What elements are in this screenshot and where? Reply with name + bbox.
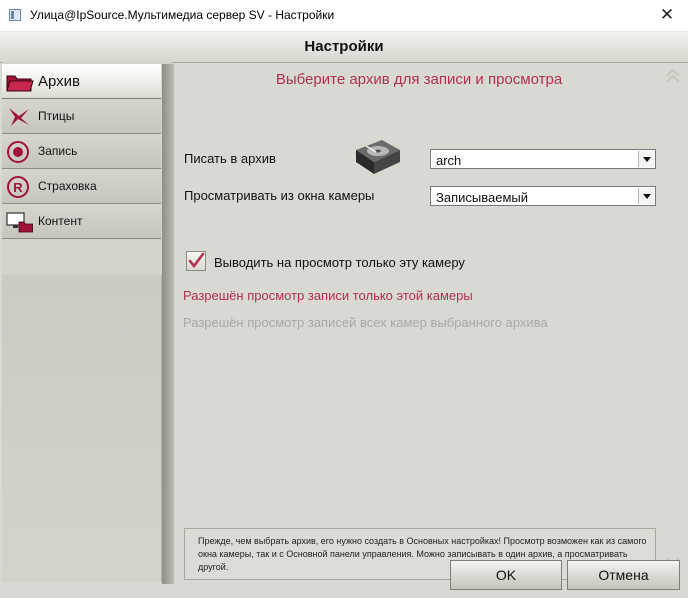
sidebar-divider	[162, 64, 174, 584]
sidebar-item-archive[interactable]: Архив	[2, 64, 161, 99]
scroll-up-icon	[666, 68, 680, 83]
close-icon[interactable]: ✕	[652, 4, 682, 26]
checkmark-icon	[188, 252, 205, 269]
sidebar-item-content[interactable]: Контент	[2, 204, 161, 239]
view-archive-label: Просматривать из окна камеры	[184, 188, 375, 203]
chevron-down-icon[interactable]	[638, 188, 654, 204]
app-icon	[9, 9, 21, 21]
sidebar-item-label: Запись	[38, 144, 78, 158]
bird-icon	[9, 108, 29, 126]
title-bar: Улица@IpSource.Мультимедиа сервер SV - Н…	[0, 0, 688, 32]
ok-button[interactable]: OK	[450, 560, 562, 590]
sidebar-item-insurance[interactable]: R Страховка	[2, 169, 161, 204]
svg-text:R: R	[13, 180, 23, 195]
only-this-camera-label[interactable]: Выводить на просмотр только эту камеру	[214, 255, 465, 270]
write-archive-value: arch	[436, 153, 462, 168]
view-archive-select[interactable]: Записываемый	[430, 186, 656, 206]
cancel-button[interactable]: Отмена	[567, 560, 680, 590]
monitor-folder-icon	[6, 212, 33, 233]
sidebar-item-label: Страховка	[38, 179, 97, 193]
view-archive-value: Записываемый	[436, 190, 528, 205]
folder-icon	[6, 75, 34, 92]
only-this-camera-checkbox[interactable]	[186, 251, 206, 271]
write-archive-select[interactable]: arch	[430, 149, 656, 169]
window-title: Улица@IpSource.Мультимедиа сервер SV - Н…	[30, 8, 335, 22]
hard-drive-icon	[356, 140, 400, 174]
page-title: Настройки	[304, 38, 384, 55]
sidebar-empty-area	[2, 275, 162, 582]
sidebar-item-label: Птицы	[38, 109, 75, 123]
chevron-down-icon[interactable]	[638, 151, 654, 167]
option-this-camera-only[interactable]: Разрешён просмотр записи только этой кам…	[183, 288, 473, 303]
settings-dialog: Настройки Архив Птицы Запись R Страховка…	[0, 32, 688, 598]
sidebar-item-recording[interactable]: Запись	[2, 134, 161, 169]
sidebar-item-birds[interactable]: Птицы	[2, 99, 161, 134]
sidebar: Архив Птицы Запись R Страховка Контент	[2, 62, 172, 582]
scroll-strip	[666, 68, 680, 572]
write-archive-label: Писать в архив	[184, 151, 276, 166]
option-all-cameras[interactable]: Разрешён просмотр записей всех камер выб…	[183, 315, 548, 330]
sidebar-item-label: Контент	[38, 214, 83, 228]
header-band: Настройки	[0, 32, 688, 63]
archive-settings-panel: Выберите архив для записи и просмотра Пи…	[176, 62, 662, 582]
registered-icon: R	[7, 176, 29, 198]
record-icon	[7, 141, 29, 163]
section-heading: Выберите архив для записи и просмотра	[275, 71, 563, 88]
sidebar-item-label: Архив	[38, 73, 81, 90]
